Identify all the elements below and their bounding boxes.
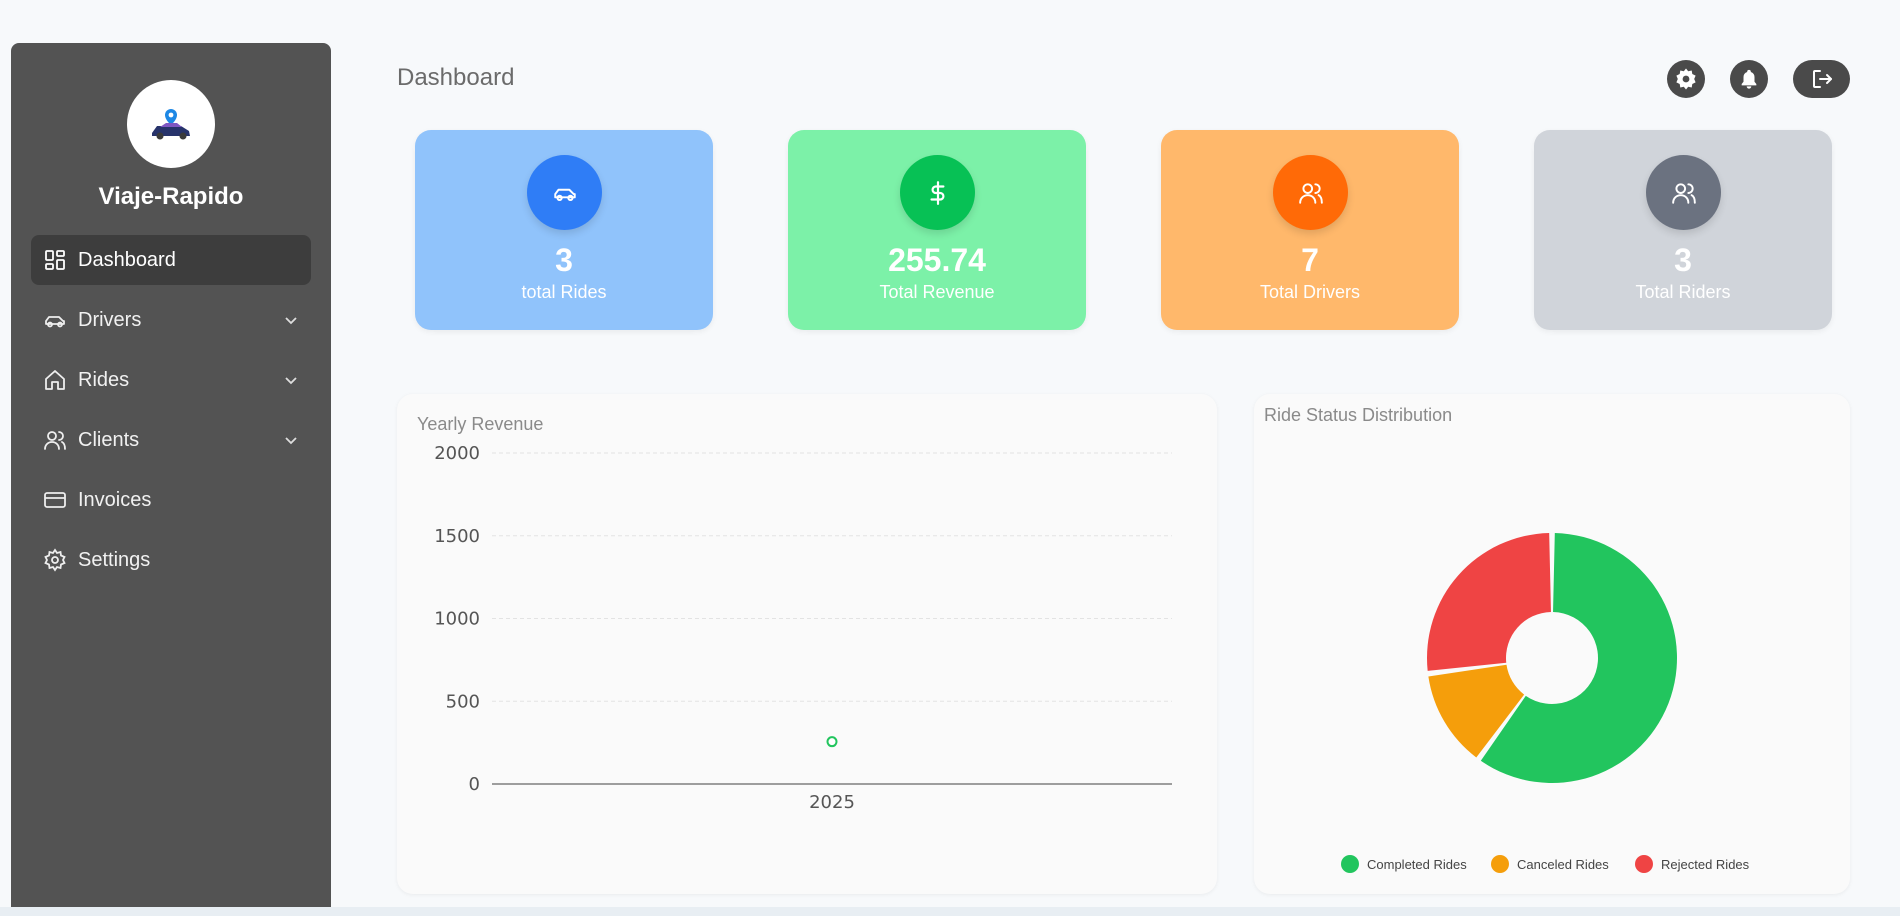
ride-status-panel: Ride Status Distribution Completed Rides… [1254,394,1850,894]
users-icon [1298,182,1323,204]
y-tick-label: 1500 [434,526,480,547]
stat-icon-circle [900,155,975,230]
stat-card-total-drivers: 7 Total Drivers [1161,130,1459,330]
stat-label: Total Riders [1635,282,1731,302]
chevron-down-icon [285,437,297,445]
sidebar-item-clients[interactable]: Clients [31,415,311,465]
legend-swatch [1491,855,1509,873]
sidebar-item-label: Invoices [78,488,152,511]
stat-card-total-revenue: 255.74 Total Revenue [788,130,1086,330]
dashboard-icon [43,248,67,272]
sidebar-item-settings[interactable]: Settings [31,535,311,585]
stat-label: Total Revenue [879,282,995,302]
sidebar-item-dashboard[interactable]: Dashboard [31,235,311,285]
stat-icon-circle [527,155,602,230]
users-icon [1671,182,1696,204]
stat-card-total-riders: 3 Total Riders [1534,130,1832,330]
legend-label: Rejected Rides [1661,857,1750,872]
legend-label: Canceled Rides [1517,857,1609,872]
x-tick-label: 2025 [809,792,855,813]
stat-icon-circle [1646,155,1721,230]
sidebar-item-label: Dashboard [78,248,176,271]
chevron-down-icon [285,317,297,325]
users-icon [43,428,67,452]
sidebar: Viaje-Rapido Dashboard Drivers Rides Cli… [11,43,331,916]
page-title: Dashboard [397,64,515,91]
yearly-revenue-chart: 0 500 1000 1500 2000 2025 [434,443,1172,813]
home-icon [43,368,67,392]
sidebar-item-label: Rides [78,368,130,391]
logout-button[interactable] [1793,60,1850,98]
gear-icon [43,548,67,572]
legend-swatch [1341,855,1359,873]
dollar-icon [929,180,944,205]
stat-value: 255.74 [888,242,986,278]
logout-icon [1812,70,1832,88]
card-icon [43,488,67,512]
stat-icon-circle [1273,155,1348,230]
sidebar-item-rides[interactable]: Rides [31,355,311,405]
chevron-down-icon [285,377,297,385]
stat-value: 3 [1674,242,1692,278]
logo [127,80,215,168]
yearly-revenue-panel: Yearly Revenue 0 500 1000 1500 2000 2025 [397,394,1217,894]
legend-swatch [1635,855,1653,873]
sidebar-item-label: Clients [78,428,140,451]
y-tick-label: 0 [469,774,480,795]
stat-label: Total Drivers [1259,282,1361,302]
sidebar-item-invoices[interactable]: Invoices [31,475,311,525]
car-icon [43,308,67,332]
bell-icon [1741,69,1757,89]
ride-status-chart: Completed Rides Canceled Rides Rejected Ri… [1341,533,1750,873]
car-icon [553,188,576,201]
stat-card-total-rides: 3 total Rides [415,130,713,330]
sidebar-item-label: Drivers [78,308,142,331]
gear-icon [1676,68,1696,90]
y-tick-label: 500 [446,691,480,712]
car-location-logo-icon [152,109,190,140]
sidebar-item-drivers[interactable]: Drivers [31,295,311,345]
brand-name: Viaje-Rapido [98,183,244,210]
y-tick-label: 1000 [434,609,480,630]
stat-label: total Rides [521,282,607,302]
y-tick-label: 2000 [434,443,480,464]
bottom-strip [0,907,1900,916]
stat-value: 3 [555,242,573,278]
notifications-button[interactable] [1730,60,1768,98]
settings-button[interactable] [1667,60,1705,98]
data-point[interactable] [826,736,838,748]
stat-value: 7 [1301,242,1319,278]
sidebar-nav: Dashboard Drivers Rides Clients Invoices… [31,235,311,595]
donut-slice[interactable] [1427,533,1551,671]
sidebar-item-label: Settings [78,548,151,571]
legend-label: Completed Rides [1367,857,1467,872]
